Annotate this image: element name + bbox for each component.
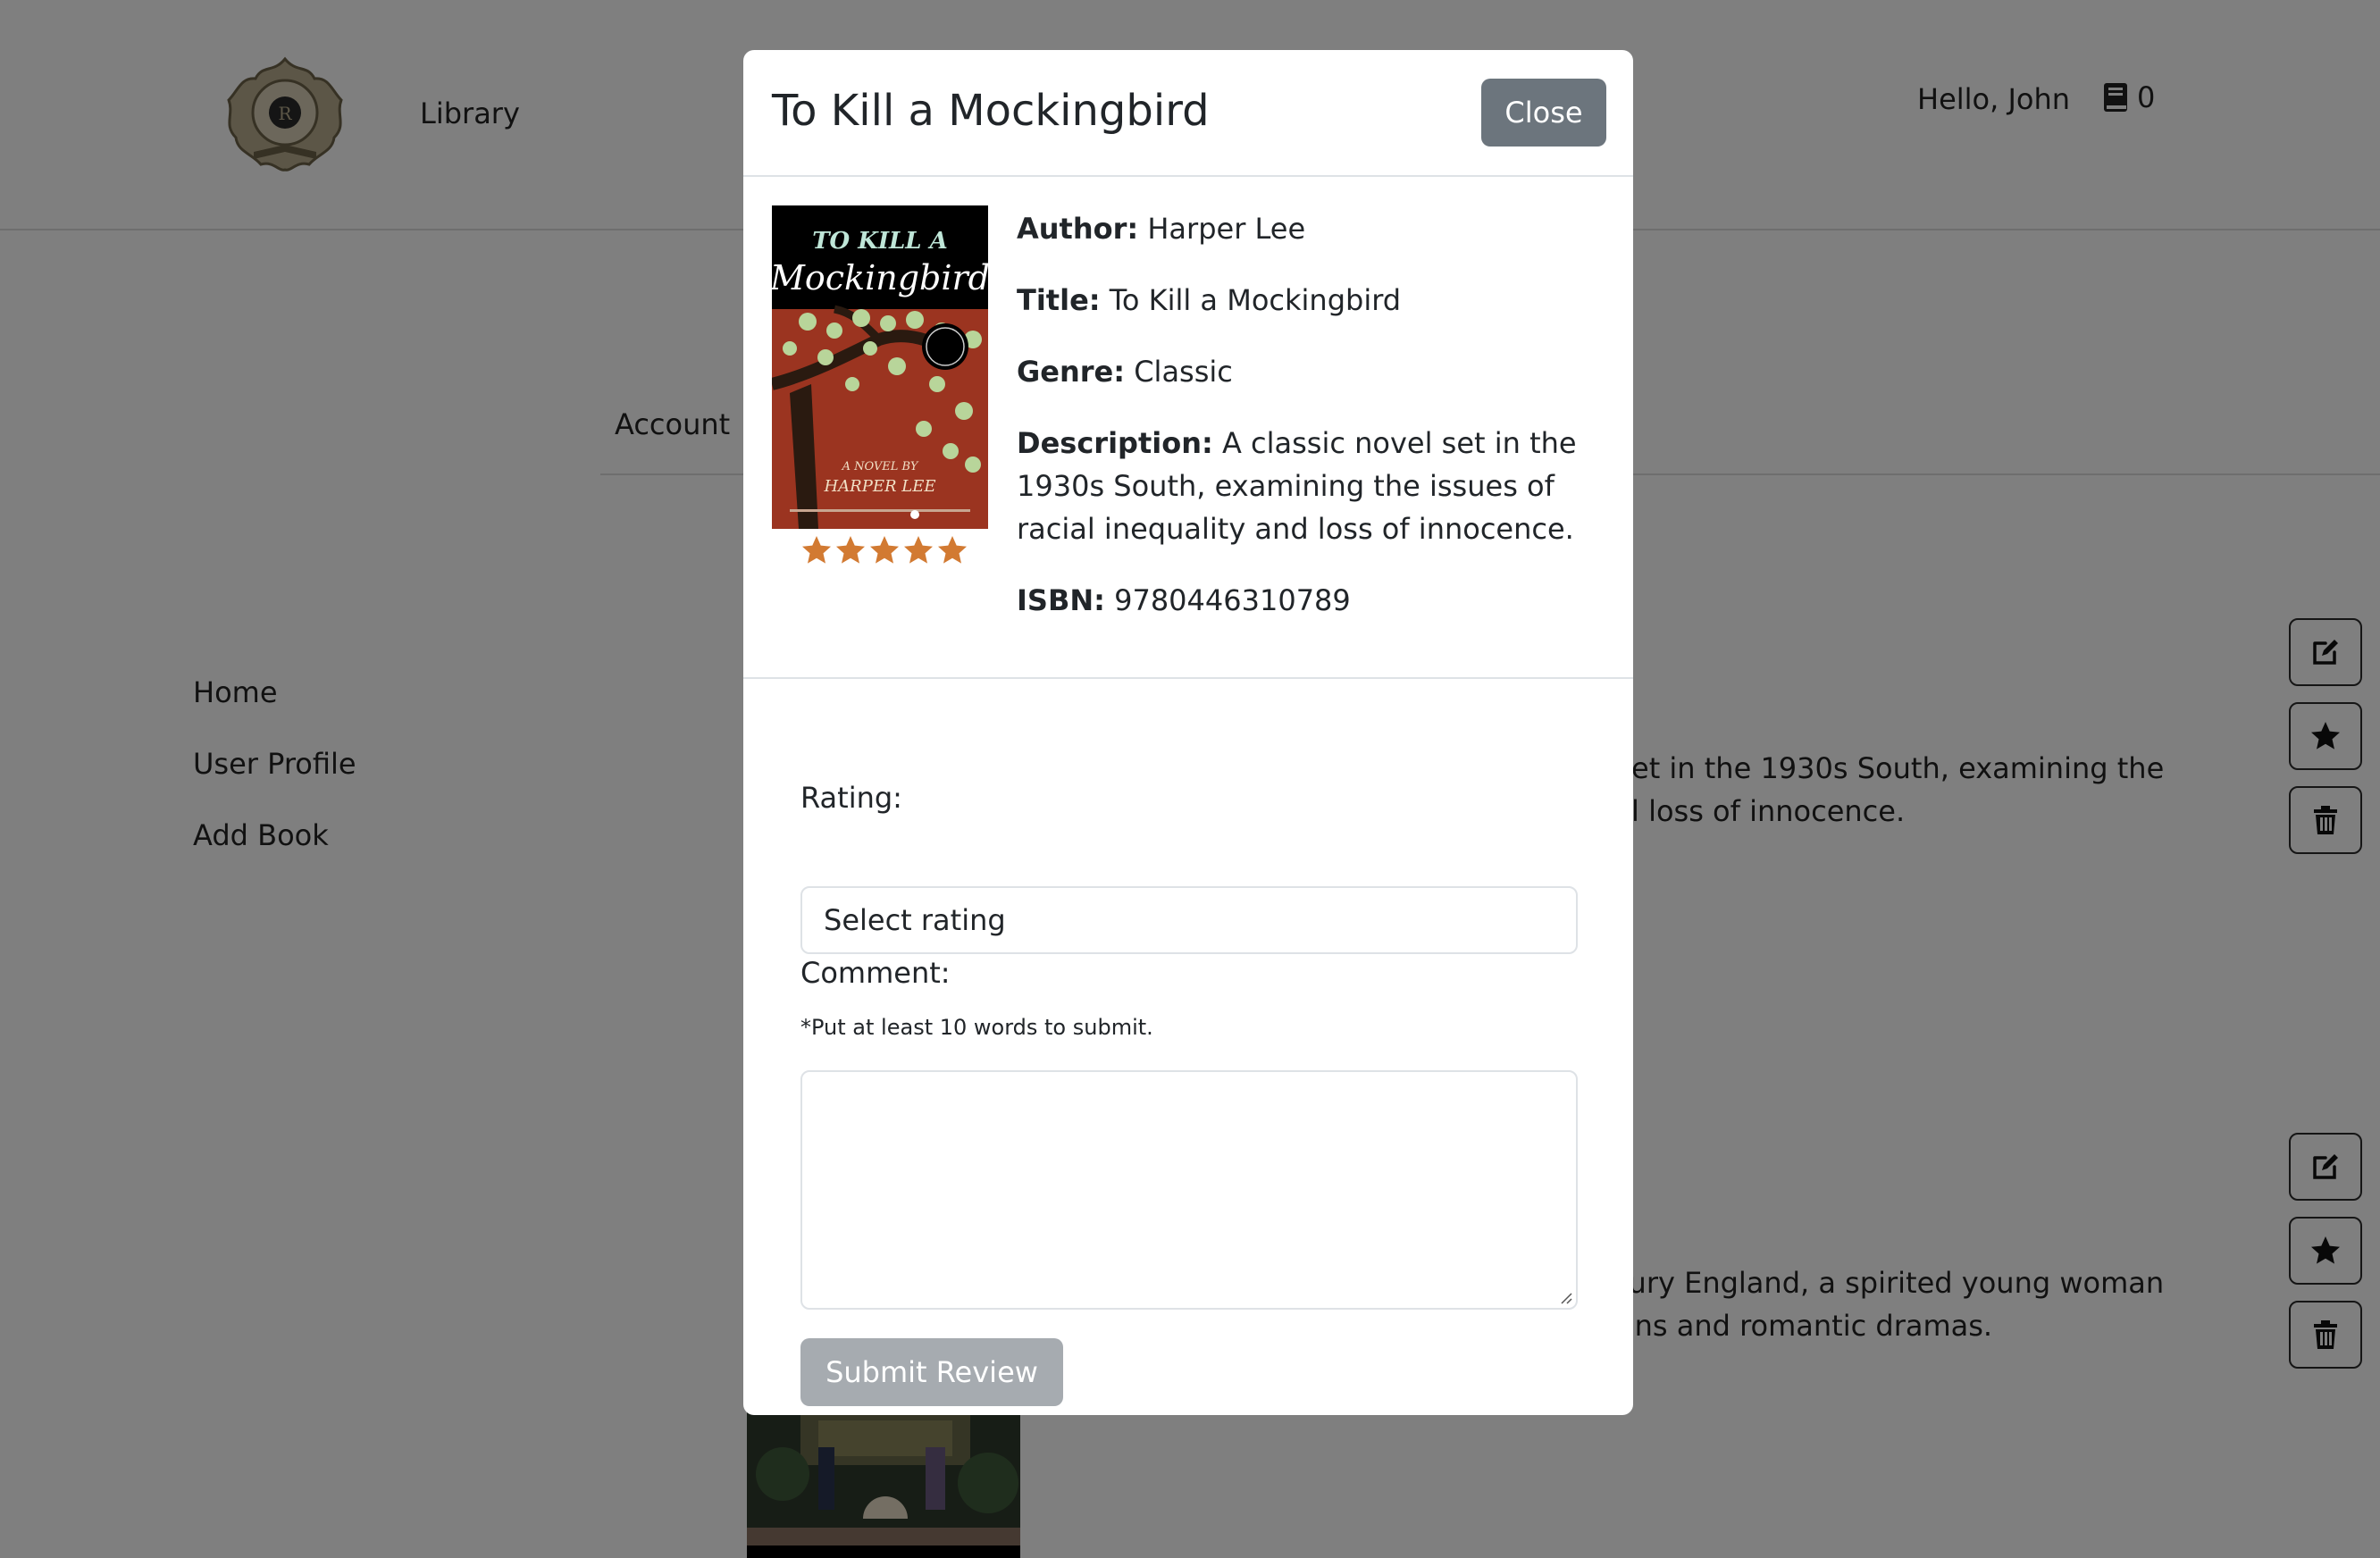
cover-title-line1: TO KILL A [812, 228, 948, 255]
submit-review-button[interactable]: Submit Review [800, 1338, 1063, 1406]
book-details: Author: Harper Lee Title: To Kill a Mock… [1017, 207, 1606, 650]
author-line: Author: Harper Lee [1017, 207, 1606, 250]
isbn-line: ISBN: 9780446310789 [1017, 579, 1606, 622]
comment-hint: *Put at least 10 words to submit. [800, 1015, 1153, 1040]
modal-title: To Kill a Mockingbird [772, 86, 1210, 136]
description-line: Description: A classic novel set in the … [1017, 422, 1606, 550]
modal-header: To Kill a Mockingbird Close [743, 50, 1633, 177]
comment-label: Comment: [800, 956, 951, 990]
cover-title-line2: Mockingbird [772, 258, 988, 297]
close-button[interactable]: Close [1481, 79, 1606, 147]
title-value: To Kill a Mockingbird [1109, 283, 1402, 317]
star-icon [938, 536, 967, 564]
author-value: Harper Lee [1147, 212, 1306, 246]
book-info-section: TO KILL A Mockingbird A NOVEL BY HARPER … [743, 177, 1633, 679]
description-label: Description: [1017, 426, 1213, 460]
star-icon [836, 536, 865, 564]
isbn-value: 9780446310789 [1114, 583, 1351, 617]
genre-label: Genre: [1017, 355, 1126, 389]
star-rating [800, 534, 968, 566]
review-form: Rating: Select rating Comment: *Put at l… [800, 781, 1578, 1406]
rating-label: Rating: [800, 781, 902, 815]
title-line: Title: To Kill a Mockingbird [1017, 279, 1606, 322]
book-cover: TO KILL A Mockingbird A NOVEL BY HARPER … [772, 205, 988, 529]
resize-handle-icon[interactable] [1558, 1290, 1572, 1304]
star-icon [904, 536, 933, 564]
cover-author: HARPER LEE [823, 477, 935, 496]
genre-line: Genre: Classic [1017, 350, 1606, 393]
star-icon [802, 536, 831, 564]
rating-select[interactable]: Select rating [800, 886, 1578, 954]
genre-value: Classic [1134, 355, 1233, 389]
isbn-label: ISBN: [1017, 583, 1105, 617]
cover-byline: A NOVEL BY [842, 460, 919, 473]
star-icon [870, 536, 899, 564]
rating-select-value: Select rating [824, 903, 1006, 937]
title-label: Title: [1017, 283, 1101, 317]
book-details-modal: To Kill a Mockingbird Close TO KILL A Mo… [743, 50, 1633, 1415]
author-label: Author: [1017, 212, 1139, 246]
comment-textarea[interactable] [800, 1070, 1578, 1310]
